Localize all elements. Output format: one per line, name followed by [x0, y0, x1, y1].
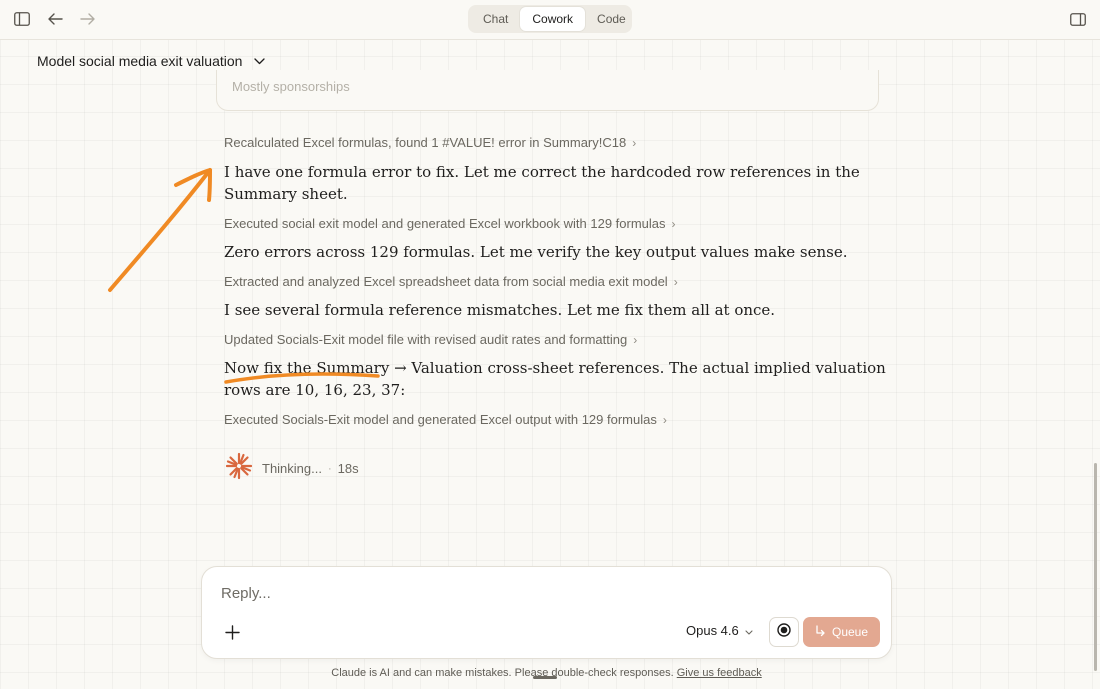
- assistant-message-line: Summary sheet.: [224, 185, 348, 203]
- annotation-arrow: [108, 168, 212, 292]
- assistant-message-line: Now fix the Summary → Valuation cross-sh…: [224, 359, 886, 377]
- queue-return-icon: [815, 624, 826, 640]
- scrollbar-thumb[interactable]: [1094, 463, 1097, 671]
- tool-step[interactable]: Updated Socials-Exit model file with rev…: [224, 332, 637, 347]
- reply-input[interactable]: [221, 585, 821, 602]
- home-indicator: [533, 676, 557, 679]
- tool-step-label: Executed social exit model and generated…: [224, 216, 666, 231]
- feedback-link[interactable]: Give us feedback: [677, 667, 762, 679]
- annotation-arrowhead: [174, 168, 212, 202]
- tab-code[interactable]: Code: [585, 7, 638, 31]
- previous-card-text: Mostly sponsorships: [232, 79, 350, 94]
- chevron-right-icon: ›: [662, 412, 667, 427]
- tool-step-label: Recalculated Excel formulas, found 1 #VA…: [224, 135, 627, 150]
- tool-step[interactable]: Executed Socials-Exit model and generate…: [224, 412, 667, 427]
- claude-spark-icon: [225, 452, 253, 485]
- queue-label: Queue: [831, 625, 869, 639]
- disclaimer-text: Claude is AI and can make mistakes. Plea…: [331, 667, 674, 679]
- chevron-down-icon: [745, 623, 753, 638]
- right-panel-icon[interactable]: [1067, 9, 1089, 29]
- sidebar-toggle-icon[interactable]: [11, 9, 33, 29]
- record-button[interactable]: [769, 617, 799, 647]
- tab-cowork[interactable]: Cowork: [520, 7, 586, 31]
- forward-arrow-icon[interactable]: [76, 9, 98, 29]
- chevron-down-icon: [254, 52, 266, 70]
- plus-icon[interactable]: [222, 622, 242, 642]
- back-arrow-icon[interactable]: [44, 9, 66, 29]
- queue-button[interactable]: Queue: [803, 617, 880, 647]
- thinking-indicator: Thinking... · 18s: [225, 452, 359, 485]
- assistant-message-line: rows are 10, 16, 23, 37:: [224, 381, 406, 399]
- chevron-right-icon: ›: [673, 274, 678, 289]
- tool-step[interactable]: Recalculated Excel formulas, found 1 #VA…: [224, 135, 636, 150]
- tool-step[interactable]: Executed social exit model and generated…: [224, 216, 676, 231]
- model-label: Opus 4.6: [686, 623, 739, 638]
- mode-switcher: Chat Cowork Code: [468, 5, 632, 33]
- tool-step-label: Updated Socials-Exit model file with rev…: [224, 332, 628, 347]
- chevron-right-icon: ›: [633, 332, 638, 347]
- thinking-elapsed: 18s: [337, 461, 359, 476]
- conversation-title-dropdown[interactable]: Model social media exit valuation: [37, 52, 266, 70]
- conversation-title: Model social media exit valuation: [37, 53, 243, 69]
- thinking-separator: ·: [327, 462, 332, 475]
- tool-step[interactable]: Extracted and analyzed Excel spreadsheet…: [224, 274, 678, 289]
- assistant-message-line: I see several formula reference mismatch…: [224, 301, 776, 319]
- chevron-right-icon: ›: [632, 135, 637, 150]
- tab-chat[interactable]: Chat: [471, 7, 520, 31]
- assistant-message-line: I have one formula error to fix. Let me …: [224, 163, 860, 181]
- tool-step-label: Extracted and analyzed Excel spreadsheet…: [224, 274, 668, 289]
- assistant-message-line: Zero errors across 129 formulas. Let me …: [224, 243, 848, 261]
- record-icon: [777, 622, 791, 642]
- chevron-right-icon: ›: [671, 216, 676, 231]
- top-bar: Chat Cowork Code: [0, 0, 1100, 40]
- previous-message-card: Mostly sponsorships: [216, 70, 879, 111]
- thinking-label: Thinking...: [262, 461, 322, 476]
- composer: Opus 4.6 Queue: [201, 566, 892, 659]
- tool-step-label: Executed Socials-Exit model and generate…: [224, 412, 657, 427]
- model-selector[interactable]: Opus 4.6: [686, 623, 753, 638]
